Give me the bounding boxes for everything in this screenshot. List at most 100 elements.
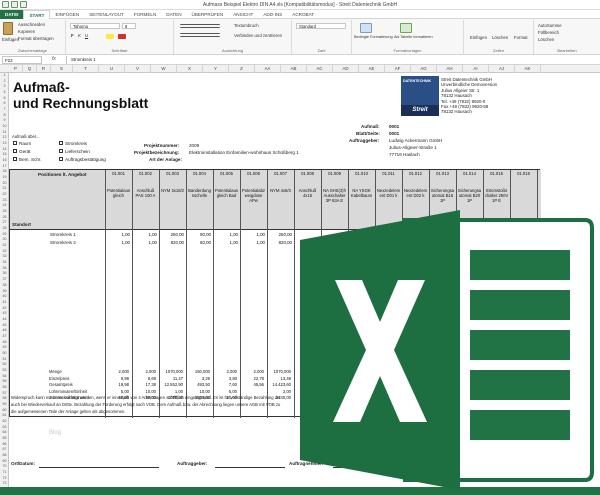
column-header[interactable]: AI	[463, 65, 489, 73]
checkbox-geraet[interactable]	[13, 149, 17, 153]
footer-row-label: Einzelpreis	[49, 375, 70, 381]
cut-button[interactable]: Ausschneiden	[18, 22, 45, 27]
format-painter-button[interactable]: Format übertragen	[18, 36, 54, 41]
column-header[interactable]: X	[177, 65, 203, 73]
conditional-format-icon[interactable]	[360, 23, 372, 33]
column-header[interactable]: W	[151, 65, 177, 73]
fill-button[interactable]: Füllbereich	[538, 30, 559, 35]
font-color-icon[interactable]	[118, 34, 126, 39]
paste-button[interactable]: Einfügen	[2, 37, 19, 42]
column-header[interactable]: AA	[255, 65, 281, 73]
insert-cells-button[interactable]: Einfügen	[470, 35, 487, 40]
tab-formulas[interactable]: FORMELN	[129, 10, 161, 19]
table-cell[interactable]: 1,00	[240, 240, 265, 245]
align-icon[interactable]	[180, 24, 220, 28]
table-cell[interactable]: 250,00	[267, 232, 292, 237]
table-cell[interactable]: 1,00	[132, 240, 157, 245]
wrap-text-button[interactable]: Textumbruch	[234, 23, 259, 28]
blatt-value: 0001	[389, 131, 400, 136]
table-cell[interactable]: 60,00	[186, 240, 211, 245]
column-position-number: 01.015	[490, 171, 503, 176]
underline-icon[interactable]: U	[85, 33, 88, 38]
table-cell[interactable]: 820,00	[267, 240, 292, 245]
column-header[interactable]: AG	[411, 65, 437, 73]
tab-data[interactable]: DATEN	[161, 10, 186, 19]
table-cell[interactable]: 250,00	[159, 232, 184, 237]
checkbox-auftragsbestaetigung[interactable]	[59, 157, 63, 161]
column-header[interactable]: P	[9, 65, 23, 73]
column-header[interactable]: AC	[307, 65, 333, 73]
column-header[interactable]: AE	[359, 65, 385, 73]
table-cell[interactable]: 1,00	[213, 240, 238, 245]
fx-icon[interactable]: fx	[52, 56, 56, 62]
column-header[interactable]: R	[37, 65, 51, 73]
table-cell[interactable]: 1,00	[213, 232, 238, 237]
column-header[interactable]: V	[125, 65, 151, 73]
auftraggeber-value: Ludwig Ackermann GmbH	[389, 138, 443, 143]
table-cell[interactable]: 1,00	[240, 232, 265, 237]
column-header[interactable]: AB	[281, 65, 307, 73]
checkbox-lieferschein[interactable]	[59, 149, 63, 153]
format-as-table-button[interactable]: Als Tabelle formatieren	[394, 35, 433, 39]
column-header[interactable]: Y	[203, 65, 229, 73]
tab-addins[interactable]: ADD-INS	[258, 10, 287, 19]
table-cell[interactable]: 1,00	[132, 232, 157, 237]
checkbox-raum[interactable]	[13, 141, 17, 145]
footer-row-label: Gesamtpreis	[49, 382, 73, 387]
column-header[interactable]: U	[99, 65, 125, 73]
tab-insert[interactable]: EINFÜGEN	[50, 10, 84, 19]
fill-color-icon[interactable]	[106, 34, 114, 39]
clear-button[interactable]: Löschen	[538, 37, 554, 42]
column-header[interactable]: AF	[385, 65, 411, 73]
tab-file[interactable]: DATEI	[0, 9, 24, 19]
column-position-name: NYM 3x16/2	[160, 188, 185, 193]
watermark-text: Blog	[49, 430, 62, 436]
column-header[interactable]: AD	[333, 65, 359, 73]
table-row-label[interactable]: Stromkreis 1	[50, 232, 76, 237]
format-table-icon[interactable]	[400, 23, 412, 33]
column-header[interactable]: Z	[229, 65, 255, 73]
column-header[interactable]: T	[73, 65, 99, 73]
tab-acrobat[interactable]: ACROBAT	[287, 10, 319, 19]
column-headers: P Q R S T U V W X Y Z AA AB AC AD AE AF AG AH AI AJ AK	[0, 65, 600, 73]
tab-page-layout[interactable]: SEITENLAYOUT	[84, 10, 129, 19]
font-size-select[interactable]: 8	[122, 23, 136, 29]
column-header[interactable]: Q	[23, 65, 37, 73]
column-header[interactable]: AH	[437, 65, 463, 73]
footer-cell: 493,50	[197, 382, 210, 387]
format-cells-button[interactable]: Format	[514, 35, 528, 40]
paste-icon[interactable]	[3, 22, 13, 35]
merge-center-button[interactable]: Verbinden und zentrieren	[234, 33, 282, 38]
italic-icon[interactable]: K	[78, 33, 81, 38]
conditional-format-button[interactable]: Bedingte Formatierung	[354, 35, 393, 39]
tab-review[interactable]: ÜBERPRÜFEN	[187, 10, 229, 19]
checkbox-stromkreis[interactable]	[59, 141, 63, 145]
autosum-button[interactable]: AutoSumme	[538, 23, 562, 28]
column-header[interactable]: AK	[515, 65, 541, 73]
row-headers: 1 2 3 4 5 6 7 8 9 10 11 12 13 14 15 16 17 18 19 20 21 22 23 24 2…	[0, 73, 9, 487]
footer-cell: 1070,000	[273, 369, 291, 374]
number-format-select[interactable]: Standard	[296, 23, 346, 29]
tab-start[interactable]: START	[23, 9, 51, 19]
table-row-label[interactable]: Stromkreis 2	[50, 240, 76, 245]
table-cell[interactable]: 820,00	[159, 240, 184, 245]
indent-icon[interactable]	[180, 33, 220, 37]
formula-input[interactable]: Stromkreis 1	[66, 56, 596, 64]
bold-icon[interactable]: F	[71, 33, 74, 38]
note-line-2: auch bei Wiederverkauf an Dritte. Bezahl…	[11, 402, 281, 407]
tab-view[interactable]: ANSICHT	[228, 10, 258, 19]
column-position-number: 01.010	[355, 171, 368, 176]
table-cell[interactable]: 90,00	[186, 232, 211, 237]
checkbox-bem[interactable]	[13, 157, 17, 161]
column-header[interactable]: S	[51, 65, 73, 73]
column-header[interactable]: AJ	[489, 65, 515, 73]
column-position-number: 01.005	[220, 171, 233, 176]
copy-button[interactable]: Kopieren	[18, 29, 35, 34]
font-name-select[interactable]: Tahoma	[70, 23, 120, 29]
projektbezeichnung-value: Elektroinstallation Einfamilien-wohnhaus…	[189, 150, 299, 155]
group-clipboard: Einfügen Ausschneiden Kopieren Format üb…	[0, 20, 66, 54]
delete-cells-button[interactable]: Löschen	[492, 35, 508, 40]
table-cell[interactable]: 1,00	[105, 240, 130, 245]
name-box[interactable]: F22	[2, 56, 42, 64]
table-cell[interactable]: 1,00	[105, 232, 130, 237]
